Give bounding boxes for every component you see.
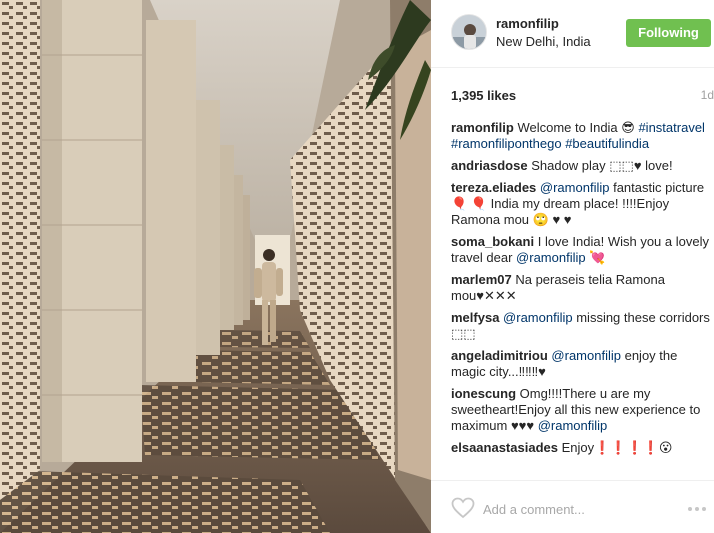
- comment-username[interactable]: ionescung: [451, 386, 516, 401]
- comment-text: Shadow play ⬚⬚♥ love!: [531, 158, 673, 173]
- comment-username[interactable]: elsaanastasiades: [451, 440, 558, 455]
- comment-link[interactable]: @ramonfilip: [503, 310, 573, 325]
- add-comment-row: [431, 480, 714, 533]
- post-header: ramonfilip New Delhi, India Following: [431, 0, 714, 68]
- comment-link[interactable]: @ramonfilip: [516, 250, 586, 265]
- more-options-icon[interactable]: [688, 507, 710, 513]
- comment-text: Welcome to India 😎: [517, 120, 639, 135]
- likes-count[interactable]: 1,395 likes: [451, 88, 516, 103]
- comment-username[interactable]: tereza.eliades: [451, 180, 536, 195]
- comment-link[interactable]: @ramonfilip: [538, 418, 608, 433]
- comment-text: Enjoy❗❗❗❗😮: [561, 440, 673, 455]
- comment-item: tereza.eliades @ramonfilip fantastic pic…: [451, 180, 710, 228]
- comment-username[interactable]: soma_bokani: [451, 234, 534, 249]
- comment-username[interactable]: andriasdose: [451, 158, 528, 173]
- corridor-photo-image: [0, 0, 431, 533]
- comment-item: ramonfilip Welcome to India 😎 #instatrav…: [451, 120, 710, 152]
- comment-item: ionescung Omg!!!!There u are my sweethea…: [451, 386, 710, 434]
- comment-link[interactable]: #beautifulindia: [565, 136, 649, 151]
- post-photo[interactable]: [0, 0, 431, 533]
- instagram-post-view: ramonfilip New Delhi, India Following 1,…: [0, 0, 714, 533]
- comment-username[interactable]: melfysa: [451, 310, 499, 325]
- comments-list: ramonfilip Welcome to India 😎 #instatrav…: [451, 120, 710, 480]
- heart-outline-icon[interactable]: [451, 497, 475, 519]
- post-age[interactable]: 1d: [701, 88, 714, 102]
- header-location[interactable]: New Delhi, India: [496, 34, 591, 49]
- avatar[interactable]: [451, 14, 487, 50]
- comment-link[interactable]: #instatravel: [638, 120, 704, 135]
- following-button[interactable]: Following: [626, 19, 711, 47]
- comment-item: melfysa @ramonfilip missing these corrid…: [451, 310, 710, 342]
- comment-text: 💘: [585, 250, 606, 265]
- comment-link[interactable]: #ramonfiliponthego: [451, 136, 562, 151]
- comment-item: soma_bokani I love India! Wish you a lov…: [451, 234, 710, 266]
- comment-item: andriasdose Shadow play ⬚⬚♥ love!: [451, 158, 710, 174]
- comment-link[interactable]: @ramonfilip: [540, 180, 610, 195]
- comment-username[interactable]: ramonfilip: [451, 120, 514, 135]
- comment-item: angeladimitriou @ramonfilip enjoy the ma…: [451, 348, 710, 380]
- comment-link[interactable]: @ramonfilip: [551, 348, 621, 363]
- post-detail-panel: ramonfilip New Delhi, India Following 1,…: [431, 0, 714, 533]
- comment-username[interactable]: marlem07: [451, 272, 512, 287]
- comment-item: elsaanastasiades Enjoy❗❗❗❗😮: [451, 440, 710, 456]
- add-comment-input[interactable]: [483, 499, 673, 519]
- comment-username[interactable]: angeladimitriou: [451, 348, 548, 363]
- avatar-image: [452, 15, 486, 49]
- likes-row: 1,395 likes 1d: [451, 88, 714, 104]
- header-username[interactable]: ramonfilip: [496, 16, 559, 31]
- comment-item: marlem07 Na peraseis telia Ramona mou♥✕✕…: [451, 272, 710, 304]
